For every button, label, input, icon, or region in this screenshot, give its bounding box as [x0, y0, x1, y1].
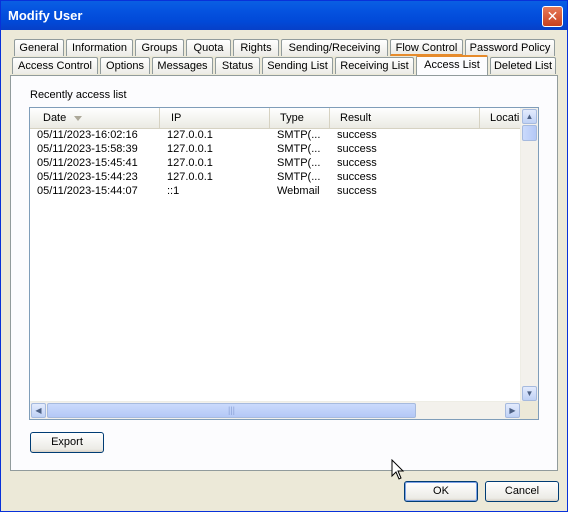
- column-result[interactable]: Result: [330, 108, 480, 128]
- tab-deleted-list[interactable]: Deleted List: [490, 57, 556, 74]
- table-row[interactable]: 05/11/2023-15:45:41 127.0.0.1 SMTP(... s…: [30, 156, 520, 170]
- column-date-label: Date: [43, 112, 67, 124]
- cell-type: Webmail: [277, 185, 320, 197]
- table-row[interactable]: 05/11/2023-16:02:16 127.0.0.1 SMTP(... s…: [30, 128, 520, 142]
- cancel-button[interactable]: Cancel: [485, 481, 559, 502]
- tab-flow-control[interactable]: Flow Control: [390, 39, 463, 56]
- tab-access-list[interactable]: Access List: [416, 55, 488, 75]
- cell-ip: 127.0.0.1: [167, 157, 213, 169]
- scroll-down-icon[interactable]: ▼: [522, 386, 537, 401]
- cell-date: 05/11/2023-15:58:39: [37, 143, 138, 155]
- cell-result: success: [337, 171, 377, 183]
- table-row[interactable]: 05/11/2023-15:44:23 127.0.0.1 SMTP(... s…: [30, 170, 520, 184]
- list-rows: 05/11/2023-16:02:16 127.0.0.1 SMTP(... s…: [30, 128, 520, 198]
- column-ip[interactable]: IP: [160, 108, 270, 128]
- table-row[interactable]: 05/11/2023-15:44:07 ::1 Webmail success: [30, 184, 520, 198]
- tab-general[interactable]: General: [14, 39, 64, 56]
- tab-status[interactable]: Status: [215, 57, 260, 74]
- cell-type: SMTP(...: [277, 171, 321, 183]
- cell-ip: 127.0.0.1: [167, 129, 213, 141]
- cell-result: success: [337, 143, 377, 155]
- cell-date: 05/11/2023-15:44:07: [37, 185, 138, 197]
- horizontal-scroll-thumb[interactable]: |||: [47, 403, 416, 418]
- tab-groups[interactable]: Groups: [135, 39, 184, 56]
- column-date[interactable]: Date: [30, 108, 160, 128]
- export-button[interactable]: Export: [30, 432, 104, 453]
- access-list-panel: Recently access list Date IP Type Result…: [10, 75, 558, 471]
- tab-information[interactable]: Information: [66, 39, 133, 56]
- modify-user-dialog: Modify User ✕ General Information Groups…: [0, 0, 568, 512]
- tab-sending-list[interactable]: Sending List: [262, 57, 333, 74]
- cell-date: 05/11/2023-15:44:23: [37, 171, 138, 183]
- tab-rights[interactable]: Rights: [233, 39, 279, 56]
- cell-result: success: [337, 157, 377, 169]
- close-button[interactable]: ✕: [542, 6, 563, 27]
- cell-type: SMTP(...: [277, 143, 321, 155]
- cell-type: SMTP(...: [277, 157, 321, 169]
- tab-password-policy[interactable]: Password Policy: [465, 39, 555, 56]
- scrollbar-corner: [520, 401, 538, 419]
- mouse-pointer-icon: [391, 459, 405, 480]
- column-type[interactable]: Type: [270, 108, 330, 128]
- cell-date: 05/11/2023-15:45:41: [37, 157, 138, 169]
- column-location[interactable]: Locati: [480, 108, 522, 128]
- ok-button[interactable]: OK: [404, 481, 478, 502]
- cell-ip: ::1: [167, 185, 180, 197]
- table-row[interactable]: 05/11/2023-15:58:39 127.0.0.1 SMTP(... s…: [30, 142, 520, 156]
- access-list-view[interactable]: Date IP Type Result Locati 05/11/2023-16…: [29, 107, 539, 420]
- scroll-up-icon[interactable]: ▲: [522, 109, 537, 124]
- cell-type: SMTP(...: [277, 129, 321, 141]
- vertical-scrollbar[interactable]: ▲ ▼: [520, 108, 538, 402]
- list-header: Date IP Type Result Locati: [30, 108, 520, 129]
- tab-quota[interactable]: Quota: [186, 39, 231, 56]
- vertical-scroll-thumb[interactable]: [522, 125, 537, 141]
- cell-result: success: [337, 129, 377, 141]
- tab-receiving-list[interactable]: Receiving List: [335, 57, 414, 74]
- tab-options[interactable]: Options: [100, 57, 150, 74]
- cell-ip: 127.0.0.1: [167, 143, 213, 155]
- sort-down-icon: [74, 115, 83, 121]
- tab-messages[interactable]: Messages: [152, 57, 213, 74]
- tab-access-control[interactable]: Access Control: [12, 57, 98, 74]
- cell-result: success: [337, 185, 377, 197]
- horizontal-scrollbar[interactable]: ◀ ||| ▶: [30, 401, 521, 419]
- cell-ip: 127.0.0.1: [167, 171, 213, 183]
- cell-date: 05/11/2023-16:02:16: [37, 129, 138, 141]
- scroll-right-icon[interactable]: ▶: [505, 403, 520, 418]
- tab-sending-receiving[interactable]: Sending/Receiving: [281, 39, 388, 56]
- recent-access-label: Recently access list: [30, 89, 127, 101]
- scroll-left-icon[interactable]: ◀: [31, 403, 46, 418]
- window-title: Modify User: [8, 8, 83, 23]
- title-bar[interactable]: Modify User ✕: [1, 1, 567, 30]
